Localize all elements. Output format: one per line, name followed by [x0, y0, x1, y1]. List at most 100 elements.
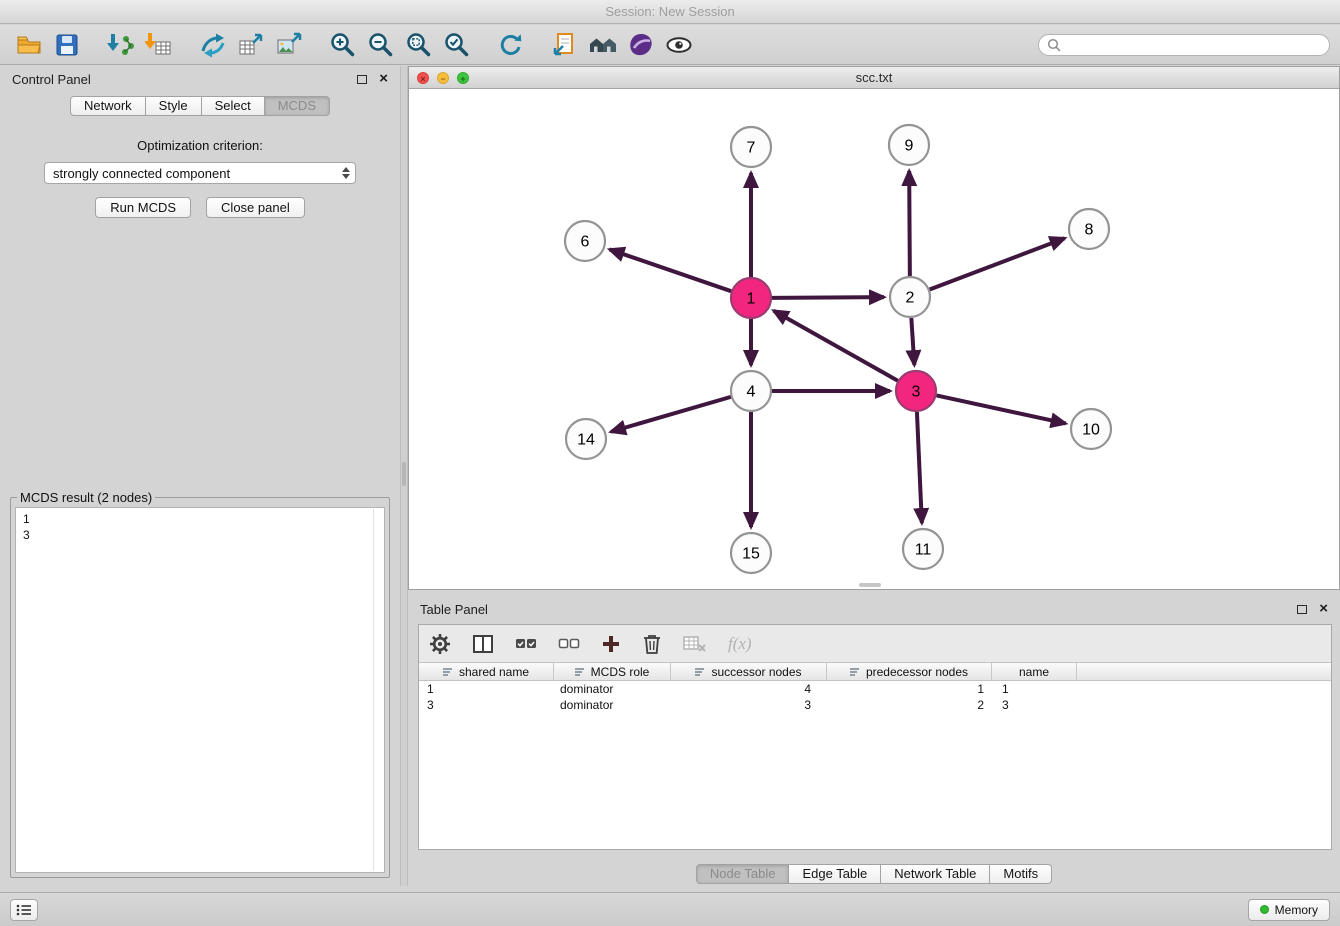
close-panel-icon[interactable]: × [379, 72, 388, 86]
criterion-selected-value: strongly connected component [53, 166, 230, 181]
tab-edge-table[interactable]: Edge Table [789, 864, 881, 884]
import-network-button[interactable] [102, 28, 140, 62]
float-panel-icon[interactable] [357, 75, 367, 84]
criterion-dropdown[interactable]: strongly connected component [44, 162, 356, 184]
svg-text:9: 9 [905, 138, 914, 155]
cell-shared-name[interactable]: 1 [419, 681, 554, 697]
close-window-icon[interactable]: × [417, 72, 429, 84]
task-history-button[interactable] [10, 899, 38, 921]
cell-predecessor-nodes[interactable]: 2 [827, 697, 992, 713]
search-input[interactable] [1066, 37, 1321, 52]
graph-node-11[interactable]: 11 [903, 529, 943, 569]
maximize-window-icon[interactable]: + [457, 72, 469, 84]
clone-network-button[interactable] [546, 28, 584, 62]
select-all-icon [515, 635, 537, 653]
memory-button[interactable]: Memory [1248, 899, 1330, 921]
splitter-grip[interactable] [402, 462, 406, 486]
show-columns-button[interactable] [472, 633, 494, 655]
float-table-panel-icon[interactable] [1297, 605, 1307, 614]
graph-node-14[interactable]: 14 [566, 419, 606, 459]
zoom-out-button[interactable] [362, 28, 400, 62]
table-row[interactable]: 3 dominator 3 2 3 [419, 697, 1331, 713]
graph-svg[interactable]: 7 9 6 8 1 2 4 3 14 10 15 11 [409, 89, 1339, 589]
cell-successor-nodes[interactable]: 3 [671, 697, 827, 713]
graph-node-9[interactable]: 9 [889, 125, 929, 165]
graph-node-6[interactable]: 6 [565, 221, 605, 261]
graph-node-8[interactable]: 8 [1069, 209, 1109, 249]
show-graphics-details-button[interactable] [660, 28, 698, 62]
graph-edge-3-1[interactable] [774, 311, 898, 381]
svg-text:1: 1 [747, 291, 756, 308]
graph-edge-2-9[interactable] [909, 171, 910, 276]
close-panel-button[interactable]: Close panel [206, 197, 305, 218]
canvas-resize-handle[interactable] [859, 583, 881, 587]
column-header-successor-nodes[interactable]: successor nodes [671, 663, 827, 680]
panel-splitter[interactable] [400, 66, 408, 886]
cell-predecessor-nodes[interactable]: 1 [827, 681, 992, 697]
delete-table-button[interactable] [683, 634, 707, 654]
graph-node-4[interactable]: 4 [731, 371, 771, 411]
graph-node-10[interactable]: 10 [1071, 409, 1111, 449]
export-network-button[interactable] [194, 28, 232, 62]
tab-network-table[interactable]: Network Table [881, 864, 990, 884]
zoom-selected-button[interactable] [438, 28, 476, 62]
tab-select[interactable]: Select [202, 96, 265, 116]
graph-edge-2-8[interactable] [930, 238, 1065, 289]
add-column-button[interactable] [601, 634, 621, 654]
column-header-name[interactable]: name [992, 663, 1077, 680]
window-titlebar[interactable]: Session: New Session [0, 0, 1340, 24]
export-table-button[interactable] [232, 28, 270, 62]
main-toolbar [0, 25, 1340, 65]
tab-network[interactable]: Network [70, 96, 146, 116]
table-row[interactable]: 1 dominator 4 1 1 [419, 681, 1331, 697]
tab-motifs[interactable]: Motifs [990, 864, 1052, 884]
function-builder-button[interactable]: f(x) [728, 634, 752, 654]
graph-node-3[interactable]: 3 [896, 371, 936, 411]
open-session-button[interactable] [10, 28, 48, 62]
tab-node-table[interactable]: Node Table [696, 864, 790, 884]
cell-shared-name[interactable]: 3 [419, 697, 554, 713]
unselect-all-button[interactable] [558, 635, 580, 653]
cell-name[interactable]: 1 [992, 681, 1077, 697]
cell-successor-nodes[interactable]: 4 [671, 681, 827, 697]
minimize-window-icon[interactable]: − [437, 72, 449, 84]
search-field[interactable] [1038, 34, 1330, 56]
table-settings-button[interactable] [429, 633, 451, 655]
run-mcds-button[interactable]: Run MCDS [95, 197, 191, 218]
network-window-titlebar[interactable]: × − + scc.txt [409, 67, 1339, 89]
graph-edge-4-14[interactable] [611, 397, 731, 432]
column-header-predecessor-nodes[interactable]: predecessor nodes [827, 663, 992, 680]
graph-node-7[interactable]: 7 [731, 127, 771, 167]
home-layout-button[interactable] [584, 28, 622, 62]
zoom-fit-button[interactable] [400, 28, 438, 62]
graph-edge-1-6[interactable] [610, 249, 732, 291]
tab-mcds[interactable]: MCDS [265, 96, 330, 116]
cell-mcds-role[interactable]: dominator [554, 681, 671, 697]
result-scrollbar[interactable] [373, 509, 374, 871]
graph-node-1[interactable]: 1 [731, 278, 771, 318]
cell-name[interactable]: 3 [992, 697, 1077, 713]
svg-text:10: 10 [1082, 422, 1100, 439]
select-all-button[interactable] [515, 635, 537, 653]
control-panel-header: Control Panel × [0, 66, 400, 92]
graph-edge-1-2[interactable] [772, 297, 884, 298]
apply-style-button[interactable] [622, 28, 660, 62]
column-header-shared-name[interactable]: shared name [419, 663, 554, 680]
zoom-in-button[interactable] [324, 28, 362, 62]
graph-node-2[interactable]: 2 [890, 277, 930, 317]
import-table-button[interactable] [140, 28, 178, 62]
column-header-mcds-role[interactable]: MCDS role [554, 663, 671, 680]
delete-column-button[interactable] [642, 633, 662, 655]
export-image-button[interactable] [270, 28, 308, 62]
network-canvas[interactable]: 7 9 6 8 1 2 4 3 14 10 15 11 [409, 89, 1339, 589]
close-table-panel-icon[interactable]: × [1319, 602, 1328, 616]
graph-edge-3-10[interactable] [937, 395, 1066, 423]
graph-node-15[interactable]: 15 [731, 533, 771, 573]
cell-mcds-role[interactable]: dominator [554, 697, 671, 713]
tab-style[interactable]: Style [146, 96, 202, 116]
refresh-view-button[interactable] [492, 28, 530, 62]
mcds-result-list[interactable]: 1 3 [15, 507, 385, 873]
save-session-button[interactable] [48, 28, 86, 62]
graph-edge-3-11[interactable] [917, 412, 922, 523]
graph-edge-2-3[interactable] [911, 318, 914, 365]
